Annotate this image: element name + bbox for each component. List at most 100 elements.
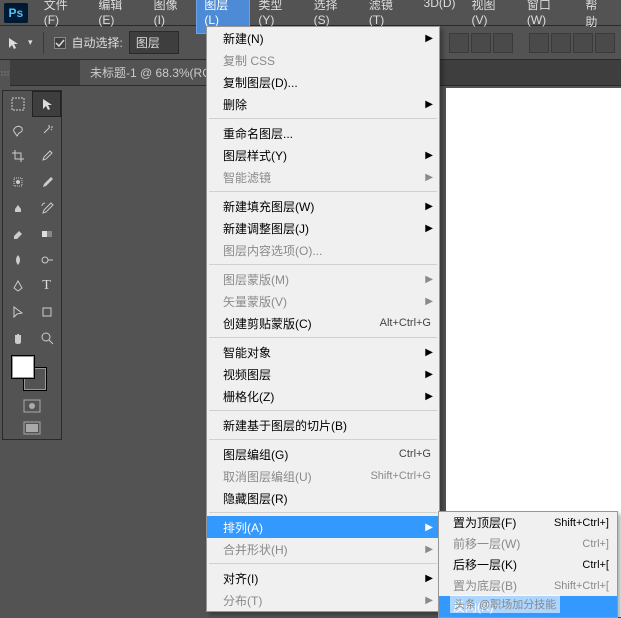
distribute-btn[interactable]: [551, 33, 571, 53]
menu-item[interactable]: 对齐(I)▶: [207, 567, 439, 589]
menu-item[interactable]: 编辑(E): [90, 0, 145, 34]
submenu-item: 前移一层(W)Ctrl+]: [439, 533, 617, 554]
dodge-tool[interactable]: [32, 247, 61, 273]
menubar: Ps 文件(F)编辑(E)图像(I)图层(L)类型(Y)选择(S)滤镜(T)3D…: [0, 0, 621, 26]
menu-item-label: 复制图层(D)...: [223, 74, 431, 91]
menu-separator: [209, 337, 437, 338]
path-selection-tool[interactable]: [3, 299, 32, 325]
eraser-tool[interactable]: [3, 221, 32, 247]
healing-brush-tool[interactable]: [3, 169, 32, 195]
crop-tool[interactable]: [3, 143, 32, 169]
brush-tool[interactable]: [32, 169, 61, 195]
submenu-arrow-icon: ▶: [425, 296, 433, 307]
auto-select-checkbox[interactable]: [54, 37, 66, 49]
submenu-arrow-icon: ▶: [425, 274, 433, 285]
menu-item-label: 新建填充图层(W): [223, 198, 431, 215]
tools-grip[interactable]: [0, 60, 10, 88]
menu-item[interactable]: 帮助: [577, 0, 617, 34]
menu-item[interactable]: 智能对象▶: [207, 341, 439, 363]
hand-tool[interactable]: [3, 325, 32, 351]
menu-item-shortcut: Ctrl+G: [399, 448, 431, 460]
distribute-btn[interactable]: [573, 33, 593, 53]
distribute-btn[interactable]: [595, 33, 615, 53]
shape-tool[interactable]: [32, 299, 61, 325]
menu-item[interactable]: 重命名图层...: [207, 122, 439, 144]
submenu-arrow-icon: ▶: [425, 347, 433, 358]
auto-select-target-value: 图层: [136, 36, 160, 50]
menu-item[interactable]: 视图(V): [464, 0, 519, 34]
submenu-arrow-icon: ▶: [425, 369, 433, 380]
document-tab-title: 未标题-1 @ 68.3%(RG: [90, 66, 212, 80]
submenu-item[interactable]: 后移一层(K)Ctrl+[: [439, 554, 617, 575]
menu-item[interactable]: 隐藏图层(R): [207, 487, 439, 509]
submenu-item-label: 置为顶层(F): [453, 514, 554, 531]
watermark: 头条 @职场加分技能: [450, 595, 560, 613]
magic-wand-tool[interactable]: [32, 117, 61, 143]
menu-item: 智能滤镜▶: [207, 166, 439, 188]
distribute-btn[interactable]: [529, 33, 549, 53]
lasso-tool[interactable]: [3, 117, 32, 143]
menu-item[interactable]: 排列(A)▶: [207, 516, 439, 538]
dropdown-caret-icon[interactable]: ▾: [28, 37, 33, 48]
submenu-arrow-icon: ▶: [425, 201, 433, 212]
menu-item[interactable]: 删除▶: [207, 93, 439, 115]
move-tool[interactable]: [32, 91, 61, 117]
type-tool[interactable]: T: [32, 273, 61, 299]
submenu-item-label: 后移一层(K): [453, 556, 582, 573]
marquee-tool[interactable]: [3, 91, 32, 117]
clone-stamp-tool[interactable]: [3, 195, 32, 221]
menu-item-label: 新建调整图层(J): [223, 220, 431, 237]
history-brush-tool[interactable]: [32, 195, 61, 221]
menu-item[interactable]: 栅格化(Z)▶: [207, 385, 439, 407]
align-btn[interactable]: [471, 33, 491, 53]
align-btn[interactable]: [449, 33, 469, 53]
menu-item[interactable]: 新建调整图层(J)▶: [207, 217, 439, 239]
menu-item[interactable]: 新建基于图层的切片(B): [207, 414, 439, 436]
menu-item[interactable]: 创建剪贴蒙版(C)Alt+Ctrl+G: [207, 312, 439, 334]
menu-item[interactable]: 新建填充图层(W)▶: [207, 195, 439, 217]
align-btn[interactable]: [493, 33, 513, 53]
submenu-item[interactable]: 置为顶层(F)Shift+Ctrl+]: [439, 512, 617, 533]
distribute-group: [529, 33, 615, 53]
screen-mode-button[interactable]: [3, 417, 61, 439]
menu-item-label: 矢量蒙版(V): [223, 293, 431, 310]
zoom-tool[interactable]: [32, 325, 61, 351]
submenu-item: 置为底层(B)Shift+Ctrl+[: [439, 575, 617, 596]
foreground-color-swatch[interactable]: [11, 355, 35, 379]
auto-select-target-select[interactable]: 图层: [129, 31, 179, 54]
document-tab[interactable]: 未标题-1 @ 68.3%(RG: [80, 60, 222, 85]
menu-item-label: 排列(A): [223, 519, 431, 536]
submenu-arrow-icon: ▶: [425, 223, 433, 234]
submenu-item-shortcut: Ctrl+[: [582, 559, 609, 571]
menu-item[interactable]: 窗口(W): [519, 0, 578, 34]
quick-mask-toggle[interactable]: [3, 395, 61, 417]
menu-item: 图层内容选项(O)...: [207, 239, 439, 261]
pen-tool[interactable]: [3, 273, 32, 299]
menu-item-label: 删除: [223, 96, 431, 113]
menu-item[interactable]: 图层编组(G)Ctrl+G: [207, 443, 439, 465]
submenu-arrow-icon: ▶: [425, 573, 433, 584]
menu-item-label: 复制 CSS: [223, 52, 431, 69]
menu-item-label: 取消图层编组(U): [223, 468, 370, 485]
color-swatches[interactable]: [3, 351, 61, 395]
submenu-arrow-icon: ▶: [425, 33, 433, 44]
auto-select-label: 自动选择:: [72, 34, 123, 51]
gradient-tool[interactable]: [32, 221, 61, 247]
menu-item-label: 新建基于图层的切片(B): [223, 417, 431, 434]
eyedropper-tool[interactable]: [32, 143, 61, 169]
menu-item[interactable]: 图像(I): [146, 0, 197, 34]
menu-item-label: 合并形状(H): [223, 541, 431, 558]
blur-tool[interactable]: [3, 247, 32, 273]
menu-item-label: 图层样式(Y): [223, 147, 431, 164]
menu-separator: [209, 191, 437, 192]
submenu-item-label: 置为底层(B): [453, 577, 554, 594]
menu-item[interactable]: 新建(N)▶: [207, 27, 439, 49]
menu-item-label: 图层内容选项(O)...: [223, 242, 431, 259]
menu-item-shortcut: Alt+Ctrl+G: [380, 317, 431, 329]
menu-item[interactable]: 图层样式(Y)▶: [207, 144, 439, 166]
menu-item[interactable]: 文件(F): [36, 0, 91, 34]
submenu-arrow-icon: ▶: [425, 522, 433, 533]
menu-item[interactable]: 复制图层(D)...: [207, 71, 439, 93]
menu-item[interactable]: 视频图层▶: [207, 363, 439, 385]
tools-panel: T: [2, 90, 62, 440]
